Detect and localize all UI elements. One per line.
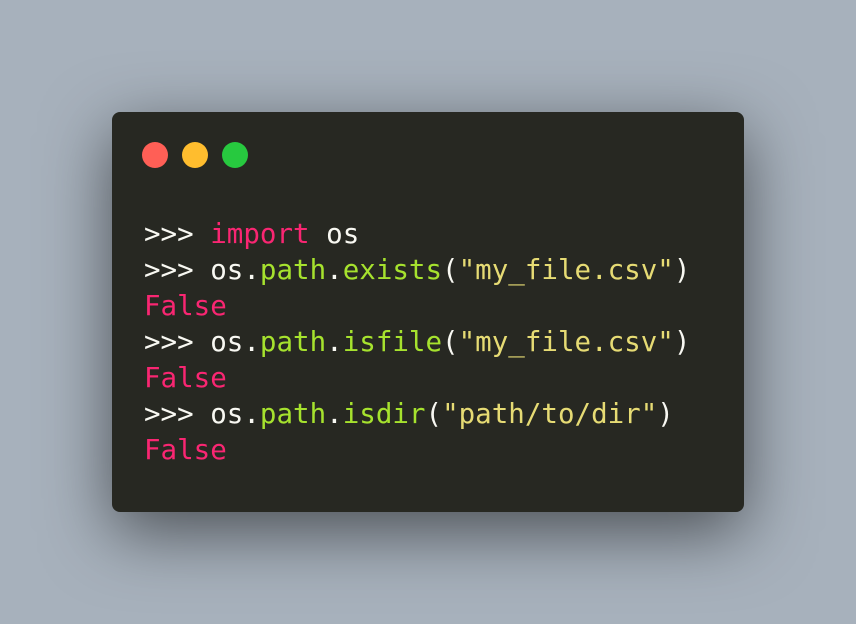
code-line: False [144, 432, 690, 468]
close-button[interactable] [142, 142, 168, 168]
maximize-button[interactable] [222, 142, 248, 168]
attribute-token: path [259, 326, 327, 358]
string-token: "my_file.csv" [458, 254, 674, 286]
code-line: >>> os.path.exists("my_file.csv") [144, 252, 690, 288]
minimize-button[interactable] [182, 142, 208, 168]
plain-token: os. [210, 398, 260, 430]
attribute-token: path [259, 398, 327, 430]
plain-token: . [326, 254, 343, 286]
string-token: "my_file.csv" [458, 326, 674, 358]
attribute-token: exists [342, 254, 443, 286]
prompt-token: >>> [144, 218, 211, 250]
plain-token: os. [210, 254, 260, 286]
code-line: >>> import os [144, 216, 690, 252]
attribute-token: path [259, 254, 327, 286]
keyword-token: False [144, 434, 227, 466]
plain-token: ) [673, 326, 691, 358]
plain-token: ) [657, 398, 674, 430]
plain-token: os [309, 218, 360, 250]
keyword-token: False [144, 362, 227, 394]
code-line: >>> os.path.isdir("path/to/dir") [144, 396, 690, 432]
plain-token: ) [673, 254, 691, 286]
code-block: >>> import os >>> os.path.exists("my_file… [144, 216, 690, 468]
prompt-token: >>> [144, 254, 211, 286]
plain-token: . [326, 326, 343, 358]
plain-token: . [326, 398, 343, 430]
code-line: False [144, 288, 690, 324]
code-line: False [144, 360, 690, 396]
attribute-token: isfile [342, 326, 443, 358]
plain-token: ( [442, 326, 459, 358]
string-token: "path/to/dir" [442, 398, 658, 430]
plain-token: ( [425, 398, 443, 430]
plain-token: ( [442, 254, 459, 286]
attribute-token: isdir [342, 398, 426, 430]
code-line: >>> os.path.isfile("my_file.csv") [144, 324, 690, 360]
prompt-token: >>> [144, 398, 211, 430]
code-window: >>> import os >>> os.path.exists("my_file… [112, 112, 744, 512]
keyword-token: import [210, 218, 310, 250]
prompt-token: >>> [144, 326, 211, 358]
plain-token: os. [210, 326, 260, 358]
keyword-token: False [144, 290, 227, 322]
window-controls [142, 142, 248, 168]
